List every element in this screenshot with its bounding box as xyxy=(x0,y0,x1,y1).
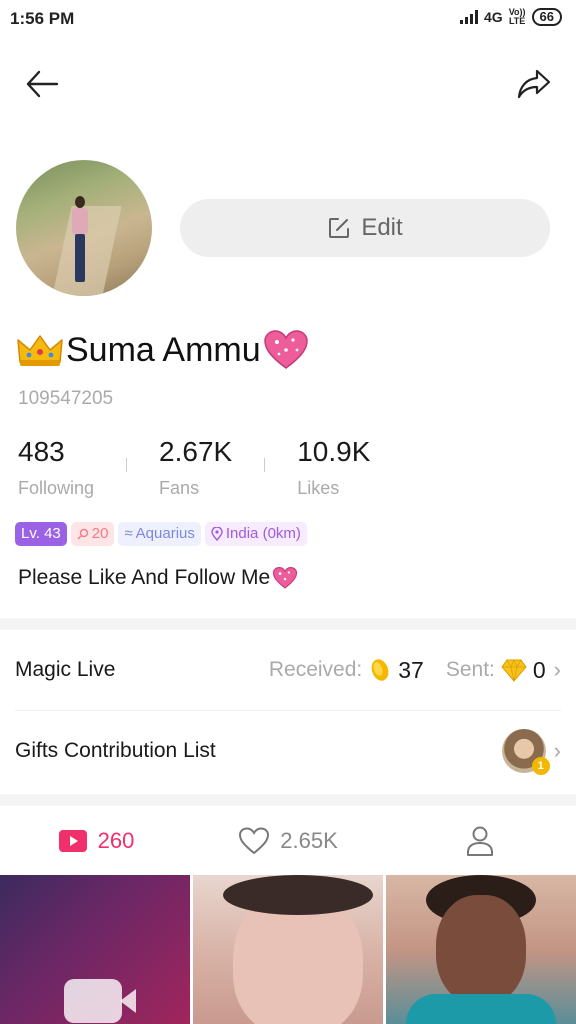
zodiac-label: Aquarius xyxy=(135,525,195,542)
crown-icon xyxy=(17,335,63,366)
stat-divider xyxy=(264,458,266,472)
battery-icon: 66 xyxy=(531,8,562,26)
video-thumbnail[interactable] xyxy=(386,875,576,1024)
edit-label: Edit xyxy=(361,214,403,241)
status-bar: 1:56 PM 4G Vo)) LTE 66 xyxy=(0,0,576,40)
stat-fans[interactable]: 2.67K Fans xyxy=(159,436,232,499)
stat-following[interactable]: 483 Following xyxy=(18,436,94,499)
zodiac-badge: ≈ Aquarius xyxy=(118,522,201,546)
profile-content-tabs: 260 2.65K xyxy=(0,808,576,874)
videos-count: 260 xyxy=(97,828,135,853)
received-value: 37 xyxy=(398,656,424,683)
network-type: 4G xyxy=(484,9,503,25)
location-label: India (0km) xyxy=(225,525,301,542)
video-icon xyxy=(58,830,87,852)
person-icon xyxy=(467,826,493,856)
gifts-contribution-row[interactable]: Gifts Contribution List 1 › xyxy=(0,711,576,791)
sent-value: 0 xyxy=(532,656,546,683)
video-grid xyxy=(0,875,576,1024)
stat-value: 483 xyxy=(18,436,65,467)
profile-tags: Lv. 43 20 ≈ Aquarius India (0km) xyxy=(15,522,307,546)
fans-badge: 20 xyxy=(70,522,115,546)
received-label: Received: xyxy=(268,658,363,681)
magic-live-summary: Received: 37 Sent: 0 › xyxy=(269,657,561,684)
stat-label: Likes xyxy=(297,478,340,498)
location-badge: India (0km) xyxy=(204,522,307,546)
level-badge: Lv. 43 xyxy=(15,522,67,546)
avatar[interactable] xyxy=(16,160,152,296)
chevron-right-icon: › xyxy=(553,738,561,763)
section-separator xyxy=(0,794,576,806)
section-separator xyxy=(0,618,576,630)
top-contributor-avatar: 1 xyxy=(501,729,550,775)
aquarius-icon: ≈ xyxy=(124,525,133,542)
video-thumbnail[interactable] xyxy=(193,875,383,1024)
location-pin-icon xyxy=(211,527,223,541)
back-arrow-icon xyxy=(26,70,59,98)
share-icon xyxy=(517,69,551,99)
fans-badge-value: 20 xyxy=(91,525,109,542)
tab-videos[interactable]: 260 xyxy=(0,808,192,874)
search-icon xyxy=(77,528,88,540)
volte-bottom-text: LTE xyxy=(508,16,526,26)
stat-label: Following xyxy=(18,478,95,498)
tab-profile-info[interactable] xyxy=(384,808,576,874)
stat-divider xyxy=(126,458,128,472)
magic-video-icon xyxy=(64,979,136,1023)
share-button[interactable] xyxy=(514,64,554,104)
sent-label: Sent: xyxy=(445,658,495,681)
heart-emoji-icon xyxy=(263,330,308,369)
top-navigation xyxy=(0,58,576,110)
profile-header: Edit xyxy=(16,160,560,296)
bio-text: Please Like And Follow Me xyxy=(18,566,271,589)
contributor-rank-badge: 1 xyxy=(531,757,550,775)
volte-icon: Vo)) LTE xyxy=(509,8,526,26)
gifts-contribution-label: Gifts Contribution List xyxy=(15,739,216,762)
status-time: 1:56 PM xyxy=(10,9,75,28)
signal-icon xyxy=(460,10,479,24)
diamond-icon xyxy=(501,658,527,682)
stat-value: 10.9K xyxy=(297,436,371,467)
heart-outline-icon xyxy=(239,827,270,855)
profile-stats: 483 Following 2.67K Fans 10.9K Likes xyxy=(18,436,370,499)
profile-bio: Please Like And Follow Me xyxy=(18,566,298,590)
edit-profile-button[interactable]: Edit xyxy=(180,199,550,257)
heart-emoji-icon xyxy=(273,567,298,589)
magic-live-row[interactable]: Magic Live Received: 37 Sent: 0 › xyxy=(0,630,576,710)
coin-icon xyxy=(371,659,389,681)
chevron-right-icon: › xyxy=(553,657,561,682)
gifts-contribution-summary: 1 › xyxy=(501,729,561,775)
magic-live-label: Magic Live xyxy=(15,658,116,681)
tab-likes[interactable]: 2.65K xyxy=(192,808,384,874)
video-thumbnail[interactable] xyxy=(0,875,190,1024)
stat-value: 2.67K xyxy=(159,436,233,467)
user-id: 109547205 xyxy=(18,388,114,409)
profile-name: Suma Ammu xyxy=(66,330,261,369)
stat-likes[interactable]: 10.9K Likes xyxy=(297,436,370,499)
stat-label: Fans xyxy=(159,478,200,498)
back-button[interactable] xyxy=(22,64,62,104)
profile-name-row: Suma Ammu xyxy=(16,330,309,370)
edit-icon xyxy=(329,218,350,238)
status-indicators: 4G Vo)) LTE 66 xyxy=(460,8,562,26)
likes-count: 2.65K xyxy=(280,828,338,853)
